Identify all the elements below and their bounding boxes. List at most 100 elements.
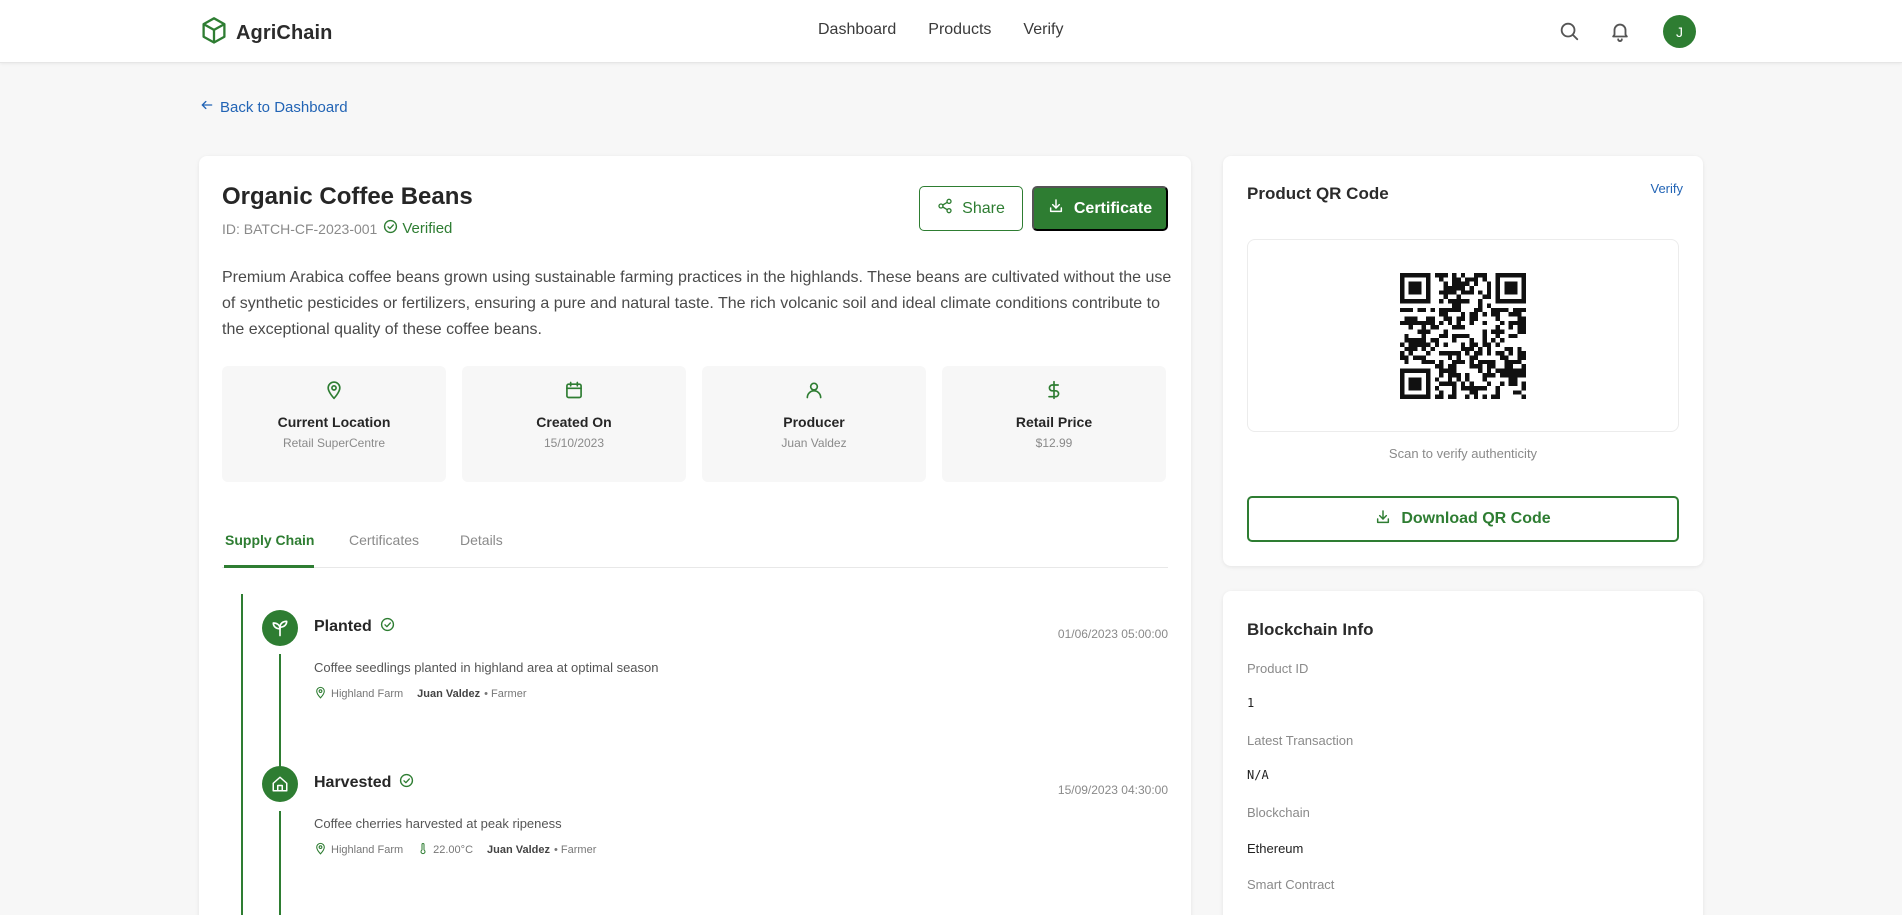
- qr-module: [1417, 328, 1422, 334]
- qr-module: [1473, 307, 1479, 312]
- qr-module: [1460, 298, 1466, 303]
- verified-label: Verified: [402, 220, 453, 237]
- qr-module: [1400, 350, 1405, 356]
- qr-module: [1421, 355, 1427, 360]
- qr-module: [1521, 385, 1526, 390]
- qr-module: [1447, 372, 1453, 377]
- qr-module: [1504, 363, 1509, 369]
- qr-module: [1421, 272, 1427, 277]
- tab-certificates[interactable]: Certificates: [349, 532, 419, 548]
- arrow-left-icon: [200, 98, 214, 116]
- download-qr-button[interactable]: Download QR Code: [1247, 496, 1679, 542]
- user-avatar[interactable]: J: [1663, 15, 1696, 48]
- qr-module: [1430, 307, 1435, 312]
- nav-dashboard[interactable]: Dashboard: [818, 21, 896, 39]
- product-stats: Current Location Retail SuperCentre Crea…: [222, 366, 1166, 482]
- bell-icon[interactable]: [1609, 20, 1631, 42]
- qr-module: [1426, 368, 1431, 373]
- qr-module: [1400, 372, 1405, 377]
- qr-module: [1508, 320, 1513, 325]
- brand-logo[interactable]: AgriChain: [200, 16, 332, 51]
- qr-module: [1508, 381, 1513, 386]
- nav-products[interactable]: Products: [928, 21, 991, 39]
- qr-module: [1417, 376, 1422, 382]
- event-timestamp: 15/09/2023 04:30:00: [1057, 783, 1168, 797]
- qr-module: [1456, 315, 1461, 321]
- qr-module: [1482, 328, 1487, 334]
- qr-module: [1452, 394, 1457, 399]
- tab-details[interactable]: Details: [460, 532, 503, 548]
- calendar-icon: [462, 380, 686, 404]
- qr-module: [1499, 350, 1505, 356]
- qr-module: [1443, 328, 1448, 334]
- qr-module: [1469, 389, 1474, 395]
- qr-module: [1413, 315, 1418, 321]
- qr-module: [1486, 363, 1492, 369]
- share-button[interactable]: Share: [919, 186, 1023, 231]
- qr-module: [1473, 281, 1479, 286]
- qr-module: [1499, 355, 1505, 360]
- nav-verify[interactable]: Verify: [1023, 21, 1063, 39]
- back-to-dashboard-link[interactable]: Back to Dashboard: [200, 98, 348, 116]
- event-title: Planted: [314, 617, 395, 637]
- qr-module: [1404, 355, 1409, 360]
- qr-module: [1521, 294, 1526, 299]
- product-title: Organic Coffee Beans: [222, 183, 473, 210]
- certificate-button[interactable]: Certificate: [1032, 186, 1168, 231]
- qr-module: [1512, 289, 1518, 295]
- qr-module: [1426, 285, 1431, 290]
- qr-module: [1434, 385, 1440, 390]
- qr-module: [1439, 363, 1444, 369]
- qr-module: [1426, 328, 1431, 334]
- qr-module: [1521, 307, 1526, 312]
- qr-module: [1452, 363, 1457, 369]
- qr-module: [1400, 389, 1405, 395]
- qr-module: [1456, 307, 1461, 312]
- qr-module: [1456, 302, 1461, 308]
- qr-module: [1426, 281, 1431, 286]
- qr-module: [1512, 389, 1518, 395]
- qr-module: [1413, 320, 1418, 325]
- qr-module: [1499, 320, 1505, 325]
- qr-module: [1426, 342, 1431, 347]
- qr-module: [1499, 381, 1505, 386]
- qr-module: [1426, 381, 1431, 386]
- qr-module: [1460, 359, 1466, 364]
- qr-module: [1469, 385, 1474, 390]
- field-value-latest-transaction: N/A: [1247, 768, 1269, 782]
- qr-module: [1469, 315, 1474, 321]
- qr-module: [1486, 302, 1492, 308]
- qr-module: [1460, 285, 1466, 290]
- qr-module: [1413, 342, 1418, 347]
- qr-module: [1456, 359, 1461, 364]
- qr-module: [1426, 359, 1431, 364]
- tab-supply-chain[interactable]: Supply Chain: [225, 532, 314, 548]
- qr-module: [1486, 368, 1492, 373]
- qr-module: [1404, 394, 1409, 399]
- qr-module: [1508, 376, 1513, 382]
- qr-module: [1408, 376, 1414, 382]
- qr-verify-link[interactable]: Verify: [1650, 181, 1683, 196]
- qr-module: [1465, 346, 1470, 351]
- qr-module: [1400, 285, 1405, 290]
- qr-module: [1517, 328, 1522, 334]
- qr-module: [1460, 342, 1466, 347]
- qr-module: [1404, 272, 1409, 277]
- qr-module: [1456, 294, 1461, 299]
- qr-module: [1465, 333, 1470, 338]
- qr-module: [1413, 272, 1418, 277]
- qr-module: [1452, 272, 1457, 277]
- qr-module: [1404, 368, 1409, 373]
- product-card: Organic Coffee Beans ID: BATCH-CF-2023-0…: [199, 156, 1191, 915]
- product-tabs: Supply Chain Certificates Details: [222, 524, 1168, 568]
- qr-module: [1512, 307, 1518, 312]
- qr-module: [1508, 324, 1513, 329]
- home-icon: [262, 766, 298, 802]
- search-icon[interactable]: [1558, 20, 1580, 42]
- qr-module: [1486, 342, 1492, 347]
- qr-module: [1400, 294, 1405, 299]
- qr-module: [1404, 333, 1409, 338]
- qr-module: [1452, 350, 1457, 356]
- qr-module: [1439, 333, 1444, 338]
- qr-module: [1521, 281, 1526, 286]
